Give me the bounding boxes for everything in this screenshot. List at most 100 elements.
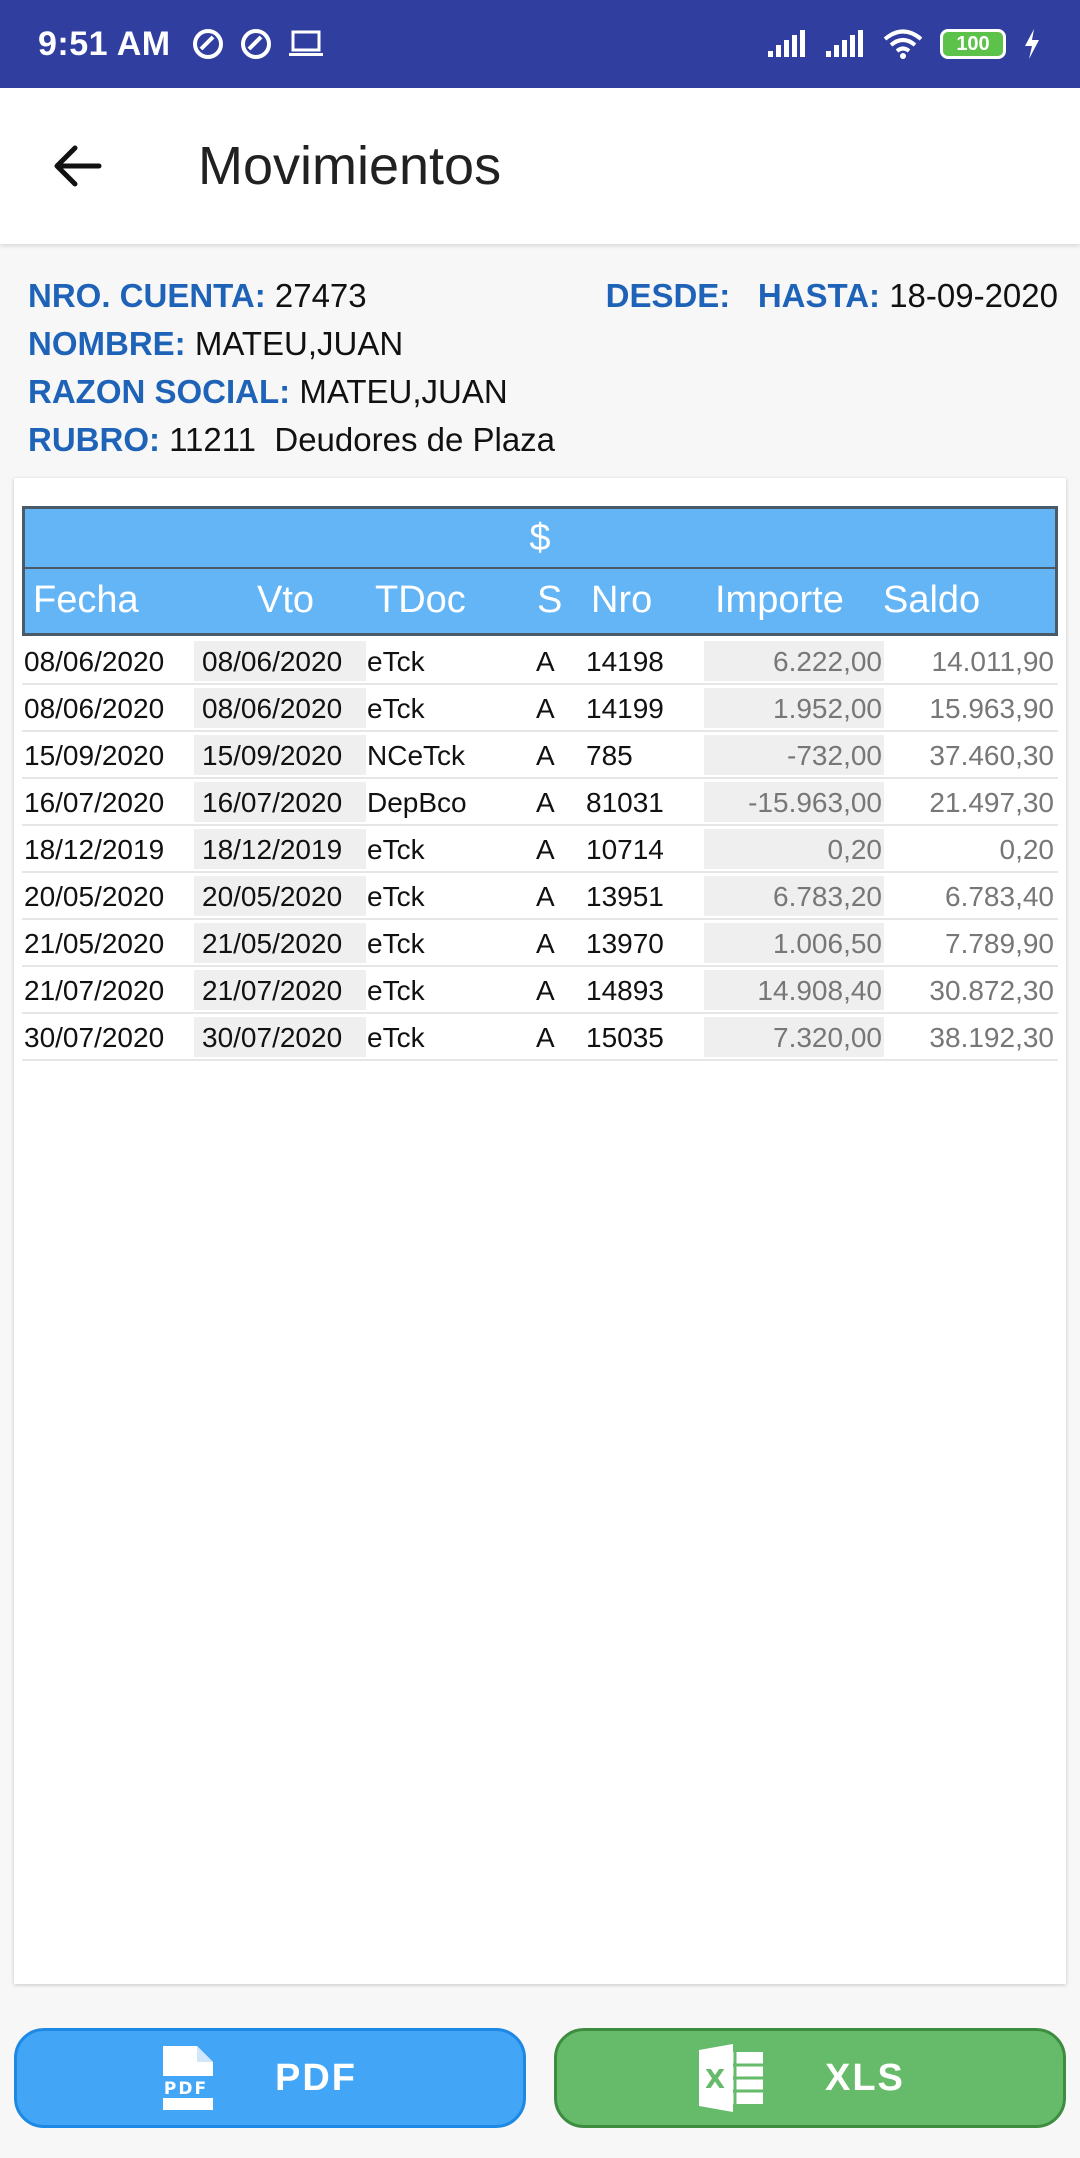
cell-saldo: 7.789,90 (945, 928, 1054, 959)
cell-tdoc: DepBco (367, 787, 467, 818)
export-pdf-button[interactable]: PDF PDF (14, 2028, 526, 2128)
cell-saldo: 6.783,40 (945, 881, 1054, 912)
razon-social-value: MATEU,JUAN (299, 373, 508, 410)
nombre-label: NOMBRE: (28, 325, 186, 362)
pdf-file-icon: PDF (159, 2046, 213, 2110)
cell-saldo: 15.963,90 (929, 693, 1054, 724)
col-header-s[interactable]: S (537, 579, 562, 622)
cell-saldo: 38.192,30 (929, 1022, 1054, 1053)
cell-tdoc: eTck (367, 881, 425, 912)
table-row[interactable]: 18/12/2019 18/12/2019 eTck A 10714 0,20 … (22, 826, 1058, 873)
cell-vto: 30/07/2020 (194, 1017, 366, 1057)
cell-fecha: 08/06/2020 (24, 646, 165, 677)
cell-s: A (536, 740, 555, 771)
wifi-icon (883, 29, 923, 59)
cell-vto: 16/07/2020 (194, 782, 366, 822)
pdf-button-label: PDF (275, 2056, 357, 2099)
cell-nro: 14893 (586, 975, 664, 1006)
cell-importe: -15.963,00 (704, 782, 884, 822)
nombre-value: MATEU,JUAN (194, 325, 404, 362)
column-headers: Fecha Vto TDoc S Nro Importe Saldo (25, 569, 1055, 633)
movements-list: 08/06/2020 08/06/2020 eTck A 14198 6.222… (22, 638, 1058, 1061)
cell-importe: 1.952,00 (704, 688, 884, 728)
signal-icon (768, 30, 805, 57)
account-info: NRO. CUENTA: 27473 DESDE: HASTA: 18-09-2… (28, 272, 1058, 464)
cell-saldo: 37.460,30 (929, 740, 1054, 771)
nro-cuenta-label: NRO. CUENTA: (28, 277, 266, 314)
battery-indicator: 100 (940, 29, 1006, 59)
cell-tdoc: NCeTck (367, 740, 466, 771)
page-title: Movimientos (198, 136, 502, 196)
status-notification-icons (191, 27, 325, 61)
nro-cuenta-value: 27473 (274, 277, 367, 314)
cell-tdoc: eTck (367, 1022, 425, 1053)
cell-fecha: 15/09/2020 (24, 740, 165, 771)
cell-s: A (536, 787, 555, 818)
cell-importe: 6.222,00 (704, 641, 884, 681)
razon-social-label: RAZON SOCIAL: (28, 373, 291, 410)
cell-vto: 08/06/2020 (194, 688, 366, 728)
cell-nro: 14198 (586, 646, 664, 677)
signal-icon (826, 30, 863, 57)
status-system-icons: 100 (766, 28, 1042, 60)
cell-fecha: 16/07/2020 (24, 787, 165, 818)
cell-saldo: 0,20 (999, 834, 1055, 865)
cell-vto: 21/07/2020 (194, 970, 366, 1010)
cell-importe: 7.320,00 (704, 1017, 884, 1057)
cell-saldo: 21.497,30 (929, 787, 1054, 818)
cell-nro: 81031 (586, 787, 664, 818)
col-header-fecha[interactable]: Fecha (33, 579, 139, 622)
excel-file-icon: X (699, 2044, 763, 2112)
cell-nro: 15035 (586, 1022, 664, 1053)
cell-fecha: 18/12/2019 (24, 834, 165, 865)
cell-nro: 10714 (586, 834, 664, 865)
rubro-value: 11211 Deudores de Plaza (169, 421, 556, 458)
desde-label: DESDE: (605, 277, 731, 314)
cell-nro: 13970 (586, 928, 664, 959)
svg-text:X: X (705, 2065, 727, 2095)
col-header-tdoc[interactable]: TDoc (375, 579, 466, 622)
cell-fecha: 21/07/2020 (24, 975, 165, 1006)
sync-icon (192, 29, 223, 59)
cell-vto: 20/05/2020 (194, 876, 366, 916)
svg-text:PDF: PDF (164, 2079, 208, 2099)
table-row[interactable]: 30/07/2020 30/07/2020 eTck A 15035 7.320… (22, 1014, 1058, 1061)
sync-icon (240, 29, 271, 59)
cell-tdoc: eTck (367, 646, 425, 677)
col-header-vto[interactable]: Vto (257, 579, 314, 622)
col-header-nro[interactable]: Nro (591, 579, 652, 622)
xls-button-label: XLS (825, 2056, 905, 2099)
table-row[interactable]: 08/06/2020 08/06/2020 eTck A 14198 6.222… (22, 638, 1058, 685)
table-row[interactable]: 15/09/2020 15/09/2020 NCeTck A 785 -732,… (22, 732, 1058, 779)
cell-fecha: 30/07/2020 (24, 1022, 165, 1053)
cell-tdoc: eTck (367, 834, 425, 865)
rubro-label: RUBRO: (28, 421, 160, 458)
hasta-label: HASTA: (757, 277, 881, 314)
cell-importe: 14.908,40 (704, 970, 884, 1010)
table-row[interactable]: 21/05/2020 21/05/2020 eTck A 13970 1.006… (22, 920, 1058, 967)
cell-fecha: 08/06/2020 (24, 693, 165, 724)
hasta-value: 18-09-2020 (889, 277, 1058, 314)
table-row[interactable]: 20/05/2020 20/05/2020 eTck A 13951 6.783… (22, 873, 1058, 920)
table-row[interactable]: 16/07/2020 16/07/2020 DepBco A 81031 -15… (22, 779, 1058, 826)
cell-s: A (536, 928, 555, 959)
cell-nro: 785 (586, 740, 633, 771)
back-button[interactable] (28, 116, 128, 216)
cell-s: A (536, 1022, 555, 1053)
arrow-left-icon (54, 145, 102, 187)
col-header-saldo[interactable]: Saldo (883, 579, 980, 622)
cell-vto: 15/09/2020 (194, 735, 366, 775)
app-bar: Movimientos (0, 88, 1080, 244)
laptop-icon (288, 30, 323, 56)
cell-nro: 13951 (586, 881, 664, 912)
status-bar: 9:51 AM 100 (0, 0, 1080, 88)
cell-nro: 14199 (586, 693, 664, 724)
table-row[interactable]: 08/06/2020 08/06/2020 eTck A 14199 1.952… (22, 685, 1058, 732)
table-row[interactable]: 21/07/2020 21/07/2020 eTck A 14893 14.90… (22, 967, 1058, 1014)
cell-tdoc: eTck (367, 693, 425, 724)
cell-s: A (536, 834, 555, 865)
cell-tdoc: eTck (367, 928, 425, 959)
export-xls-button[interactable]: X XLS (554, 2028, 1066, 2128)
col-header-importe[interactable]: Importe (715, 579, 844, 622)
charging-icon (1025, 29, 1039, 59)
